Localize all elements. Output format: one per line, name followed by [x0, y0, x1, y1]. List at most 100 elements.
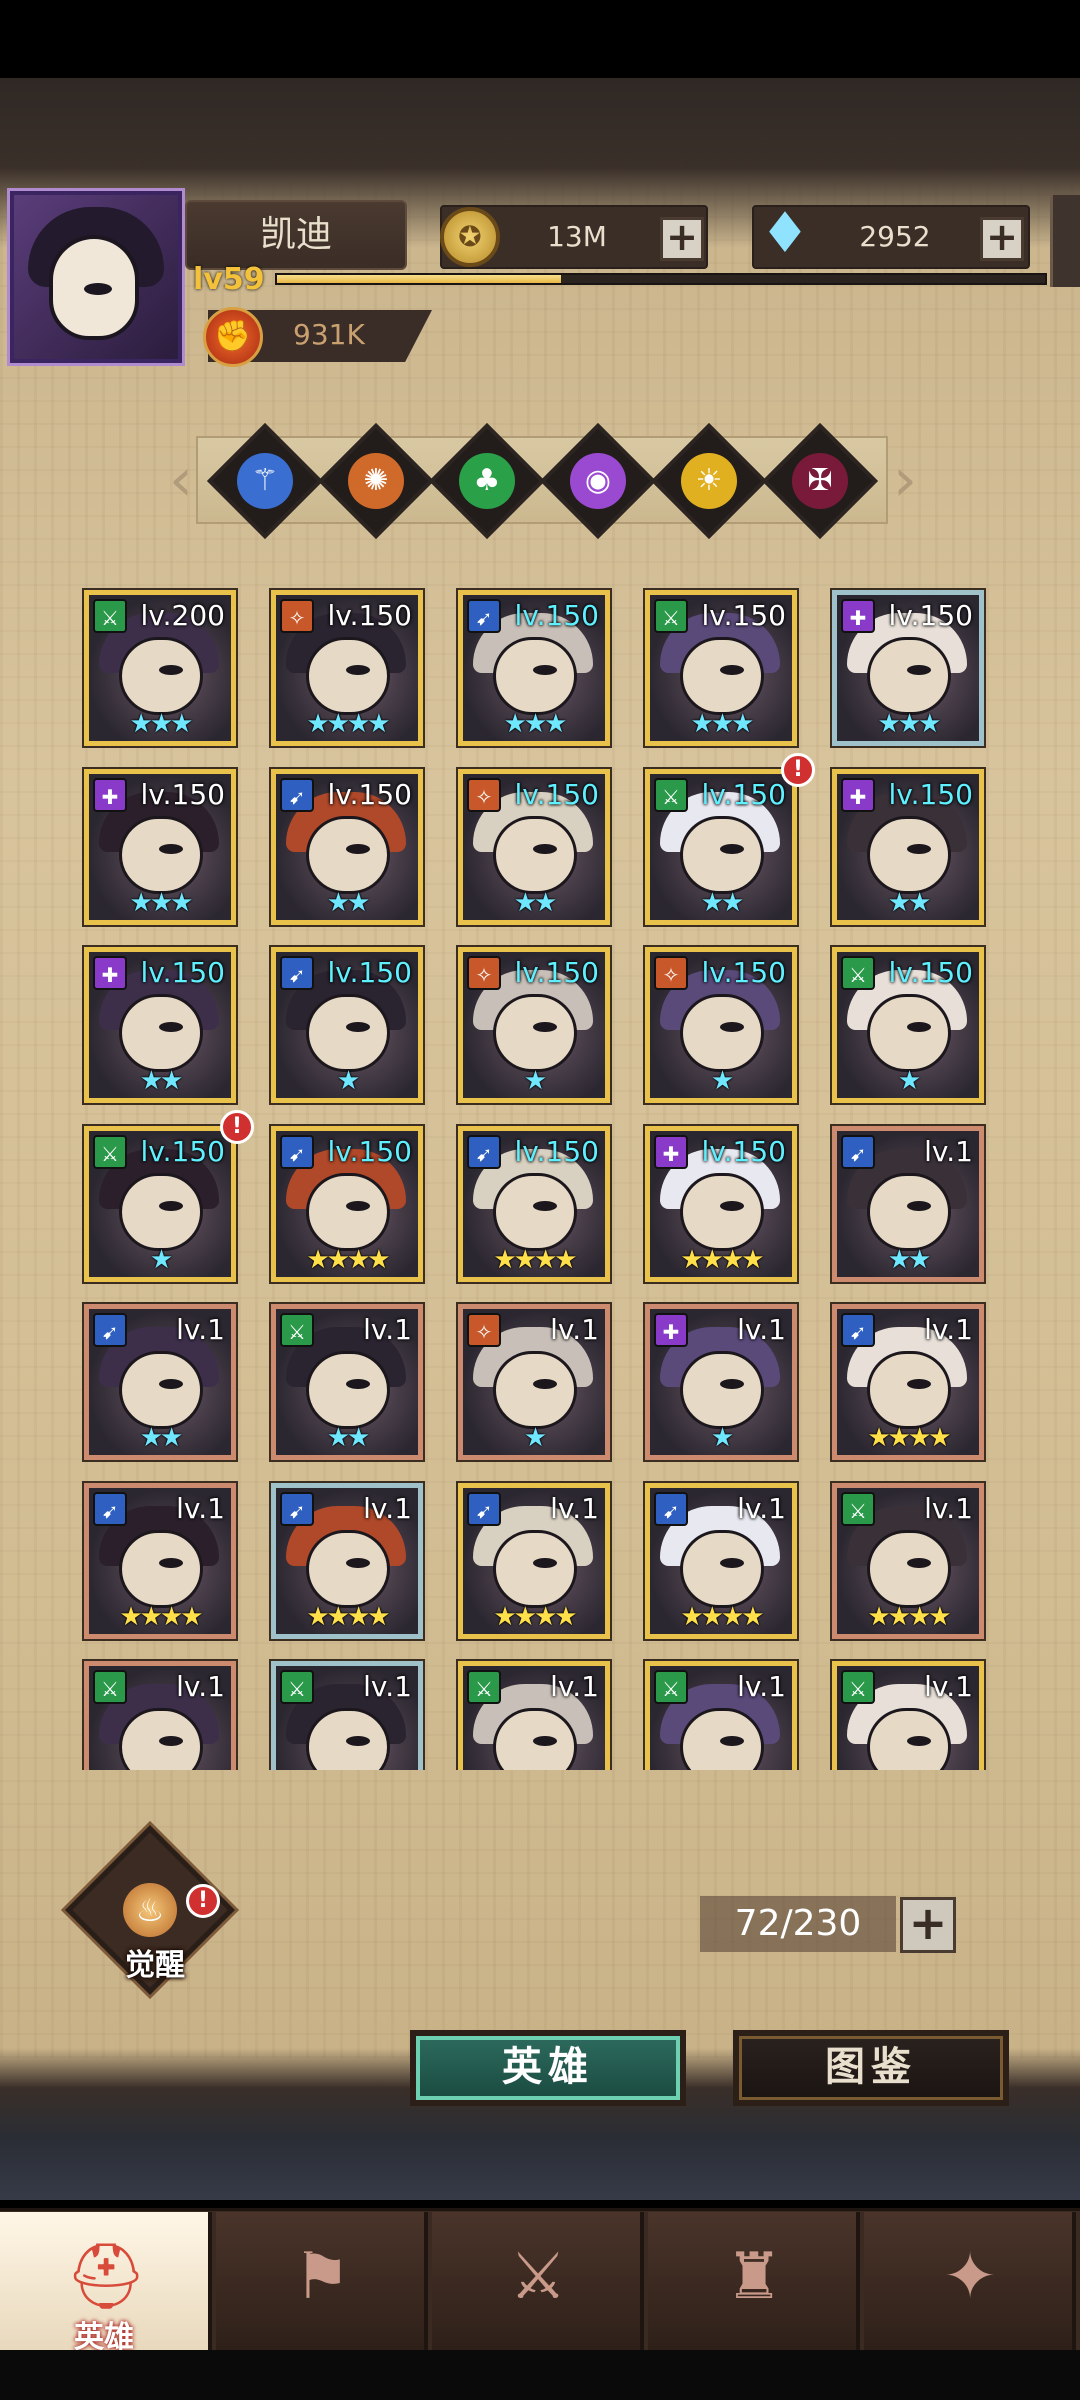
hero-level: lv.1 [737, 1491, 786, 1525]
hero-card[interactable]: ➹ lv.1 ★★★★ [645, 1482, 797, 1639]
hero-stars: ★★★ [129, 709, 194, 739]
hero-card[interactable]: ⚔ lv.1 [645, 1661, 797, 1770]
hero-eye [159, 1557, 183, 1568]
hero-level: lv.1 [550, 1670, 599, 1703]
hero-stars: ★★ [326, 1423, 371, 1453]
hero-card[interactable]: ⚔ lv.150 ★★ [645, 768, 797, 925]
nav-item-1[interactable]: ⚑ [216, 2212, 428, 2350]
hero-class-icon: ➹ [280, 1491, 314, 1526]
hero-card[interactable]: ➹ lv.1 ★★★★ [832, 1304, 984, 1460]
hero-face [306, 637, 390, 715]
gold-coin-icon: ✪ [440, 207, 500, 267]
expand-hero-slots-button[interactable]: + [900, 1897, 956, 1953]
avatar-eye [84, 283, 112, 295]
hero-face [493, 637, 577, 715]
fist-icon: ✊ [203, 307, 263, 367]
hero-card[interactable]: ➹ lv.1 ★★ [832, 1125, 984, 1282]
hero-card[interactable]: ⚔ lv.150 ★★★ [645, 590, 797, 746]
hero-class-icon: ✚ [841, 599, 875, 633]
hero-eye [907, 843, 931, 854]
hero-stars: ★★ [887, 887, 932, 918]
hero-card[interactable]: ➹ lv.150 ★ [271, 947, 423, 1103]
hero-card[interactable]: ✧ lv.150 ★ [458, 947, 610, 1103]
hero-card[interactable]: ⚔ lv.150 ★ [832, 947, 984, 1103]
hero-class-icon: ⚔ [841, 1491, 875, 1526]
hero-class-icon: ✧ [654, 956, 688, 990]
hero-card[interactable]: ➹ lv.150 ★★★★ [271, 1125, 423, 1282]
hero-card[interactable]: ✧ lv.150 ★★ [458, 768, 610, 925]
hero-face [867, 637, 951, 715]
hero-face [680, 994, 764, 1072]
gem-value: 2952 [859, 220, 931, 253]
hero-card[interactable]: ⚔ lv.150 ★ [84, 1125, 236, 1282]
hero-level: lv.1 [550, 1313, 599, 1346]
hero-class-icon: ⚔ [93, 1134, 127, 1169]
nav-item-3[interactable]: ♜ [648, 2212, 860, 2350]
hero-stars: ★ [897, 1066, 921, 1096]
power-value: 931K [293, 318, 365, 351]
hero-card[interactable]: ➹ lv.1 ★★ [84, 1304, 236, 1460]
hero-card[interactable]: ✚ lv.1 ★ [645, 1304, 797, 1460]
nav-item-4[interactable]: ✦ [864, 2212, 1076, 2350]
hero-card[interactable]: ➹ lv.150 ★★★★ [458, 1125, 610, 1282]
hero-stars: ★★★★ [306, 1244, 390, 1275]
hero-card[interactable]: ✚ lv.150 ★★★★ [645, 1125, 797, 1282]
tab-heroes[interactable]: 英雄 [410, 2030, 686, 2106]
hero-level: lv.150 [140, 777, 225, 811]
player-avatar[interactable] [7, 188, 185, 366]
hero-level: lv.150 [701, 777, 786, 811]
faction-dark-icon: ✠ [792, 453, 848, 509]
hero-face [119, 815, 203, 894]
hero-card[interactable]: ➹ lv.1 ★★★★ [458, 1482, 610, 1639]
hero-level: lv.150 [888, 956, 973, 989]
faction-right-arrow-icon[interactable]: › [888, 440, 922, 520]
hero-stars: ★★ [513, 887, 558, 918]
hero-card[interactable]: ⚔ lv.1 [832, 1661, 984, 1770]
hero-card[interactable]: ⚔ lv.1 [271, 1661, 423, 1770]
hero-card[interactable]: ✚ lv.150 ★★★ [832, 590, 984, 746]
diamond-icon: ♦ [759, 201, 811, 266]
hero-card[interactable]: ➹ lv.1 ★★★★ [271, 1482, 423, 1639]
xp-bar [275, 273, 1047, 285]
hero-card[interactable]: ✚ lv.150 ★★★ [84, 768, 236, 925]
nav-item-2[interactable]: ⚔ [432, 2212, 644, 2350]
faction-left-arrow-icon[interactable]: ‹ [164, 440, 198, 520]
hero-eye [346, 1200, 370, 1211]
hero-face [680, 1172, 764, 1251]
hero-card[interactable]: ➹ lv.1 ★★★★ [84, 1482, 236, 1639]
faction-orange-icon: ✺ [348, 453, 404, 509]
add-gem-button[interactable]: + [980, 217, 1024, 261]
hero-eye [159, 1736, 183, 1746]
hero-stars: ★ [523, 1066, 547, 1096]
hero-level: lv.150 [140, 1134, 225, 1168]
hero-card[interactable]: ⚔ lv.1 ★★ [271, 1304, 423, 1460]
hero-stars: ★★★★ [867, 1423, 951, 1453]
hero-face [867, 815, 951, 894]
hero-class-icon: ➹ [841, 1313, 875, 1347]
tab-codex[interactable]: 图鉴 [733, 2030, 1009, 2106]
hero-card[interactable]: ✧ lv.150 ★★★★ [271, 590, 423, 746]
nav-item-0[interactable]: ⛑ 英雄 [0, 2212, 212, 2355]
hero-level: lv.150 [888, 599, 973, 632]
hero-card[interactable]: ✧ lv.1 ★ [458, 1304, 610, 1460]
hero-card[interactable]: ✧ lv.150 ★ [645, 947, 797, 1103]
hero-card[interactable]: ⚔ lv.1 [84, 1661, 236, 1770]
hero-card[interactable]: ➹ lv.150 ★★ [271, 768, 423, 925]
hero-eye [907, 1200, 931, 1211]
hero-class-icon: ✧ [467, 777, 501, 812]
hero-card[interactable]: ⚔ lv.1 ★★★★ [832, 1482, 984, 1639]
hero-card[interactable]: ⚔ lv.1 [458, 1661, 610, 1770]
hero-class-icon: ✚ [654, 1313, 688, 1347]
hero-class-icon: ⚔ [654, 599, 688, 633]
hero-class-icon: ➹ [467, 599, 501, 633]
add-gold-button[interactable]: + [660, 217, 704, 261]
hero-card[interactable]: ➹ lv.150 ★★★ [458, 590, 610, 746]
hero-eye [907, 1022, 931, 1032]
hero-card[interactable]: ⚔ lv.200 ★★★ [84, 590, 236, 746]
hero-face [867, 1529, 951, 1608]
hero-card[interactable]: ✚ lv.150 ★★ [832, 768, 984, 925]
hero-face [867, 994, 951, 1072]
hero-card[interactable]: ✚ lv.150 ★★ [84, 947, 236, 1103]
hero-face [493, 1529, 577, 1608]
header-frame-edge [1050, 195, 1080, 287]
